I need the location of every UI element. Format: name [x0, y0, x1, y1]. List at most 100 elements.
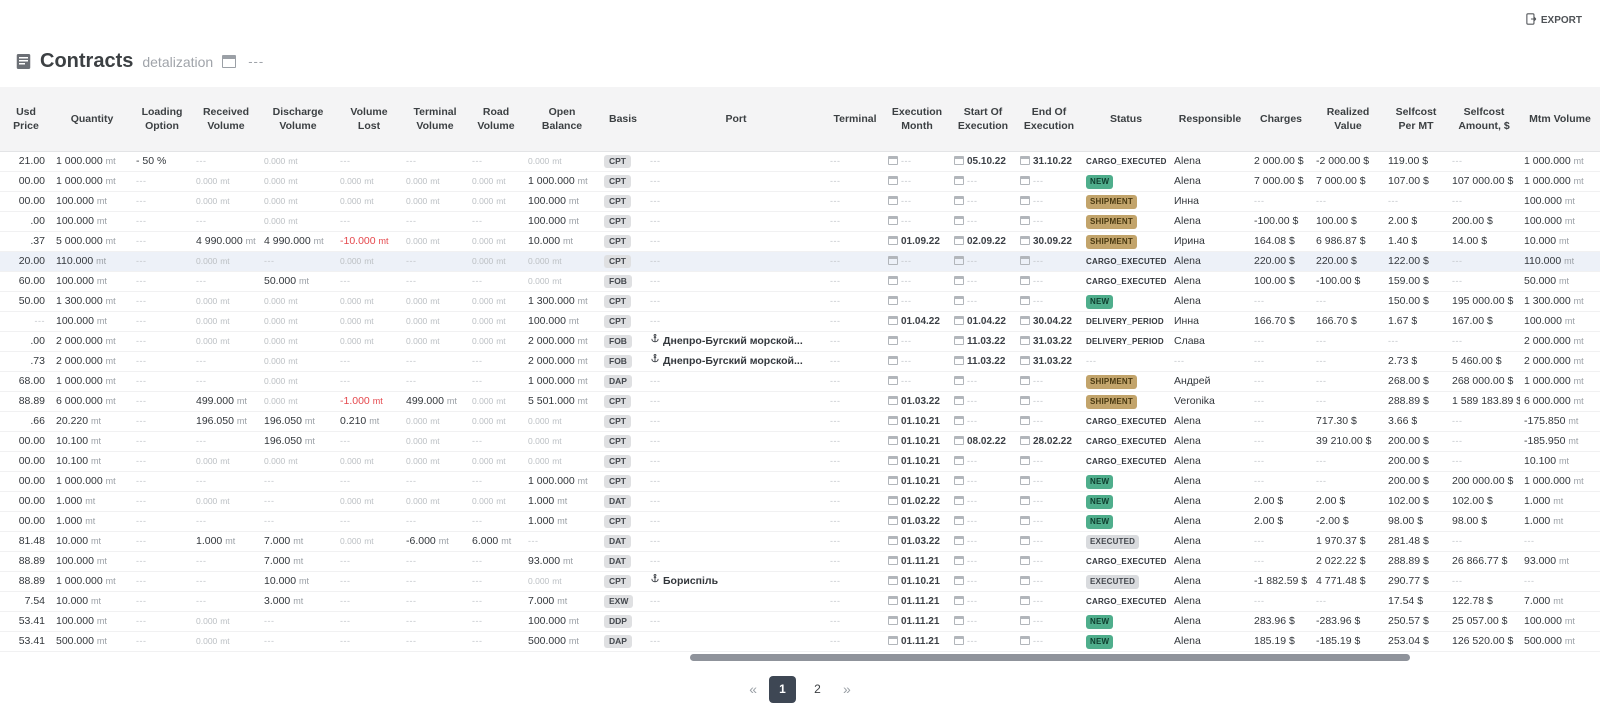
column-header-responsible[interactable]: Responsible	[1170, 87, 1250, 152]
date-filter-value[interactable]: ---	[248, 54, 264, 69]
column-header-selfcost_amount[interactable]: Selfcost Amount, $	[1448, 87, 1520, 152]
table-row[interactable]: 00.00 1 000.000 mt --- --- --- --- --- --- 1 000…	[0, 471, 1600, 492]
calendar-icon	[1020, 395, 1030, 405]
cell-selfcost_amount: 98.00 $	[1448, 511, 1520, 532]
table-row[interactable]: 00.00 1.000 mt --- --- --- --- --- --- 1.000 mt C…	[0, 511, 1600, 532]
table-row[interactable]: .00 100.000 mt --- --- 0.000 mt --- --- --- 100.…	[0, 211, 1600, 232]
empty-value: ---	[1316, 375, 1327, 386]
column-header-loading_option[interactable]: Loading Option	[132, 87, 192, 152]
cell-received_volume: 0.000 mt	[192, 251, 260, 272]
table-row[interactable]: 21.00 1 000.000 mt - 50 % --- 0.000 mt --- ---…	[0, 151, 1600, 172]
empty-value: ---	[967, 615, 978, 626]
empty-value: ---	[406, 215, 417, 226]
table-row[interactable]: .73 2 000.000 mt --- --- 0.000 mt --- --- --- 2 …	[0, 351, 1600, 372]
export-button[interactable]: EXPORT	[1526, 13, 1582, 28]
cell-received_volume: ---	[192, 471, 260, 492]
basis-badge: FOB	[604, 354, 632, 369]
column-header-usd_price[interactable]: Usd Price	[0, 87, 52, 152]
column-header-discharge_volume[interactable]: Discharge Volume	[260, 87, 336, 152]
table-row[interactable]: 53.41 500.000 mt --- 0.000 mt --- --- --- --- 50…	[0, 631, 1600, 652]
column-header-open_balance[interactable]: Open Balance	[524, 87, 600, 152]
column-header-basis[interactable]: Basis	[600, 87, 646, 152]
cell-volume_lost: 0.000 mt	[336, 251, 402, 272]
date-filter-calendar-icon[interactable]	[222, 55, 237, 68]
empty-value: ---	[1033, 575, 1044, 586]
column-header-mtm_volume[interactable]: Mtm Volume	[1520, 87, 1600, 152]
horizontal-scrollbar-track[interactable]	[0, 653, 1600, 662]
cell-port: ---	[646, 211, 826, 232]
cell-received_volume: 0.000 mt	[192, 311, 260, 332]
cell-responsible: Инна	[1170, 311, 1250, 332]
column-header-received_volume[interactable]: Received Volume	[192, 87, 260, 152]
column-header-charges[interactable]: Charges	[1250, 87, 1312, 152]
cell-realized_value: 717.30 $	[1312, 411, 1384, 432]
column-header-volume_lost[interactable]: Volume Lost	[336, 87, 402, 152]
column-header-terminal[interactable]: Terminal	[826, 87, 884, 152]
table-row[interactable]: 7.54 10.000 mt --- --- 3.000 mt --- --- --- 7.00…	[0, 591, 1600, 612]
cell-terminal: ---	[826, 511, 884, 532]
cell-quantity: 10.000 mt	[52, 531, 132, 552]
cell-selfcost_amount: 268 000.00 $	[1448, 371, 1520, 392]
table-row[interactable]: 53.41 100.000 mt --- 0.000 mt --- --- --- --- 10…	[0, 611, 1600, 632]
column-header-port[interactable]: Port	[646, 87, 826, 152]
empty-value: ---	[34, 315, 45, 326]
table-row[interactable]: 00.00 100.000 mt --- 0.000 mt 0.000 mt 0.000 …	[0, 191, 1600, 212]
empty-value: ---	[1033, 475, 1044, 486]
empty-value: ---	[650, 155, 661, 166]
column-header-execution_month[interactable]: Execution Month	[884, 87, 950, 152]
table-row[interactable]: --- 100.000 mt --- 0.000 mt 0.000 mt 0.000 mt…	[0, 311, 1600, 332]
cell-execution_month: 01.03.22	[884, 531, 950, 552]
table-row[interactable]: 00.00 10.100 mt --- 0.000 mt 0.000 mt 0.000 m…	[0, 451, 1600, 472]
table-row[interactable]: .66 20.220 mt --- 196.050 mt 196.050 mt 0.210…	[0, 411, 1600, 432]
calendar-icon	[888, 155, 898, 165]
calendar-icon	[888, 295, 898, 305]
table-row[interactable]: .00 2 000.000 mt --- 0.000 mt 0.000 mt 0.000 …	[0, 331, 1600, 352]
table-row[interactable]: 88.89 100.000 mt --- --- 7.000 mt --- --- --- 93…	[0, 551, 1600, 572]
calendar-icon	[888, 275, 898, 285]
cell-start_of_execution: ---	[950, 251, 1016, 272]
cell-mtm_volume: 50.000 mt	[1520, 271, 1600, 292]
empty-value: ---	[1452, 575, 1463, 586]
table-row[interactable]: 60.00 100.000 mt --- --- 50.000 mt --- --- --- 0…	[0, 271, 1600, 292]
cell-end_of_execution: ---	[1016, 591, 1082, 612]
calendar-icon	[888, 615, 898, 625]
table-row[interactable]: 00.00 1 000.000 mt --- 0.000 mt 0.000 mt 0.00…	[0, 171, 1600, 192]
table-row[interactable]: 00.00 1.000 mt --- 0.000 mt --- 0.000 mt 0.000…	[0, 491, 1600, 512]
table-row[interactable]: 20.00 110.000 mt --- 0.000 mt --- 0.000 mt ---…	[0, 251, 1600, 272]
cell-selfcost_per_mt: 119.00 $	[1384, 151, 1448, 172]
pagination-prev[interactable]: «	[745, 681, 761, 697]
column-header-realized_value[interactable]: Realized Value	[1312, 87, 1384, 152]
cell-road_volume: 0.000 mt	[468, 411, 524, 432]
cell-mtm_volume: 10.000 mt	[1520, 231, 1600, 252]
cell-selfcost_per_mt: 253.04 $	[1384, 631, 1448, 652]
cell-open_balance: 0.000 mt	[524, 251, 600, 272]
table-row[interactable]: 81.48 10.000 mt --- 1.000 mt 7.000 mt 0.000 m…	[0, 531, 1600, 552]
table-row[interactable]: 88.89 6 000.000 mt --- 499.000 mt 0.000 mt -1…	[0, 391, 1600, 412]
cell-volume_lost: ---	[336, 551, 402, 572]
column-header-terminal_volume[interactable]: Terminal Volume	[402, 87, 468, 152]
table-row[interactable]: 50.00 1 300.000 mt --- 0.000 mt 0.000 mt 0.00…	[0, 291, 1600, 312]
column-header-quantity[interactable]: Quantity	[52, 87, 132, 152]
horizontal-scrollbar-thumb[interactable]	[690, 653, 1410, 661]
table-row[interactable]: 00.00 10.100 mt --- --- 196.050 mt --- 0.000 m…	[0, 431, 1600, 452]
column-header-start_of_execution[interactable]: Start Of Execution	[950, 87, 1016, 152]
empty-value: ---	[967, 595, 978, 606]
cell-status: SHIPMENT	[1082, 391, 1170, 412]
column-header-selfcost_per_mt[interactable]: Selfcost Per MT	[1384, 87, 1448, 152]
column-header-status[interactable]: Status	[1082, 87, 1170, 152]
cell-port: Днепро-Бугский морской...	[646, 351, 826, 372]
table-row[interactable]: .37 5 000.000 mt --- 4 990.000 mt 4 990.000 …	[0, 231, 1600, 252]
empty-value: ---	[967, 515, 978, 526]
empty-value: ---	[1254, 455, 1265, 466]
cell-port: Бориспіль	[646, 571, 826, 592]
pagination-page-1[interactable]: 1	[769, 675, 796, 703]
pagination-page-2[interactable]: 2	[804, 676, 831, 703]
status-badge: CARGO_EXECUTED	[1086, 456, 1167, 466]
pagination-next[interactable]: »	[839, 681, 855, 697]
table-row[interactable]: 68.00 1 000.000 mt --- --- 0.000 mt --- --- ---…	[0, 371, 1600, 392]
table-row[interactable]: 88.89 1 000.000 mt --- --- 10.000 mt --- --- --…	[0, 571, 1600, 592]
cell-selfcost_amount: ---	[1448, 451, 1520, 472]
column-header-road_volume[interactable]: Road Volume	[468, 87, 524, 152]
cell-loading_option: ---	[132, 511, 192, 532]
column-header-end_of_execution[interactable]: End Of Execution	[1016, 87, 1082, 152]
